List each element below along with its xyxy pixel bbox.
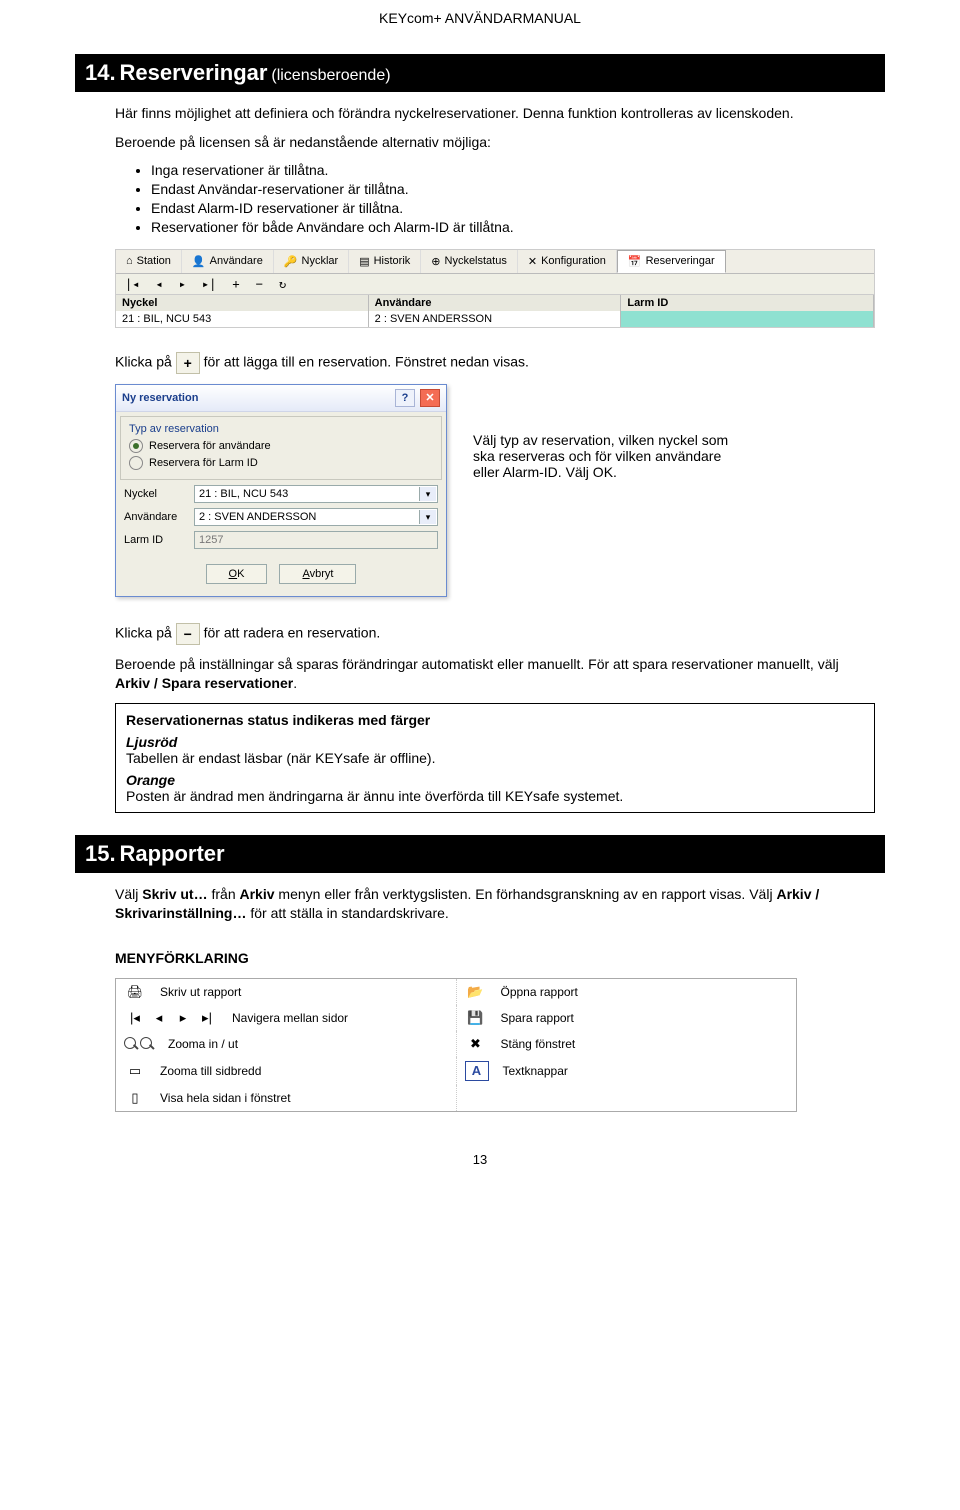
status-ljusrod-text: Tabellen är endast läsbar (när KEYsafe ä… [126,750,864,766]
section-14-paren: (licensberoende) [271,67,390,84]
cell-nyckel: 21 : BIL, NCU 543 [116,311,369,327]
nav-first[interactable]: |◂ [122,277,142,291]
statusbox-header: Reservationernas status indikeras med fä… [126,712,864,728]
dialog-title: Ny reservation [122,392,198,404]
status-colors-box: Reservationernas status indikeras med fä… [115,703,875,813]
tab-historik[interactable]: ▤Historik [349,250,421,273]
section-14-heading: 14. Reserveringar (licensberoende) [75,54,885,92]
tab-nyckelstatus[interactable]: ⊕Nyckelstatus [421,250,518,273]
chevron-down-icon[interactable]: ▾ [419,487,436,501]
close-icon[interactable]: ✕ [420,389,440,407]
tab-anvandare[interactable]: 👤Användare [182,250,274,273]
page-number: 13 [75,1112,885,1167]
section-14-bullets: Inga reservationer är tillåtna. Endast A… [133,162,875,235]
klicka-add-line: Klicka på + för att lägga till en reserv… [115,352,875,374]
minus-icon[interactable]: − [176,623,200,645]
menu-explanation-table: 🖨 Skriv ut rapport 📂 Öppna rapport |◂◂▸▸… [115,978,797,1112]
field-anvandare-label: Användare [124,511,186,523]
section-15-title: Rapporter [119,841,224,866]
bullet-item: Reservationer för både Användare och Ala… [151,219,875,235]
reservation-type-group: Typ av reservation Reservera för använda… [120,416,442,480]
ok-button[interactable]: OK [206,564,268,584]
tab-konfiguration[interactable]: ✕Konfiguration [518,250,617,273]
field-anvandare[interactable]: 2 : SVEN ANDERSSON ▾ [194,508,438,526]
tab-nycklar[interactable]: 🔑Nycklar [274,250,349,273]
nav-refresh[interactable]: ↻ [276,277,289,291]
menu-label: Stäng fönstret [501,1037,576,1051]
menu-label: Zooma in / ut [168,1037,238,1051]
section-14-intro: Här finns möjlighet att definiera och fö… [115,104,875,123]
cell-anvandare: 2 : SVEN ANDERSSON [369,311,622,327]
zoom-icons [124,1037,154,1051]
nav-remove[interactable]: − [253,277,266,291]
menu-label: Skriv ut rapport [160,985,241,999]
tab-station[interactable]: ⌂Station [116,250,182,273]
status-orange-label: Orange [126,772,864,788]
pagenav-icons: |◂◂▸▸| [124,1009,218,1027]
save-icon: 💾 [465,1009,487,1027]
zoom-width-icon: ▭ [124,1062,146,1080]
bullet-item: Inga reservationer är tillåtna. [151,162,875,178]
section-15-p1: Välj Skriv ut… från Arkiv menyn eller fr… [115,885,875,923]
help-icon[interactable]: ? [395,389,415,407]
save-text: Beroende på inställningar så sparas förä… [115,655,875,693]
textbuttons-icon: A [465,1061,489,1081]
section-15-number: 15. [85,841,116,866]
open-folder-icon: 📂 [465,983,487,1001]
section-14-pretext: Beroende på licensen så är nedanstående … [115,133,875,152]
plus-icon[interactable]: + [176,352,200,374]
toolbar-screenshot: ⌂Station 👤Användare 🔑Nycklar ▤Historik ⊕… [115,249,875,328]
menu-label: Navigera mellan sidor [232,1011,348,1025]
menu-label: Zooma till sidbredd [160,1064,261,1078]
section-14-title: Reserveringar [119,60,267,85]
menu-label: Öppna rapport [501,985,578,999]
field-nyckel[interactable]: 21 : BIL, NCU 543 ▾ [194,485,438,503]
nav-last[interactable]: ▸| [199,277,219,291]
printer-icon: 🖨 [124,983,146,1001]
menu-explanation-header: MENYFÖRKLARING [115,949,875,968]
section-14-number: 14. [85,60,116,85]
menu-label: Spara rapport [501,1011,574,1025]
col-larmid: Larm ID [621,295,874,311]
dialog-description: Välj typ av reservation, vilken nyckel s… [473,384,733,480]
group-title: Typ av reservation [129,423,433,435]
doc-header: KEYcom+ ANVÄNDARMANUAL [75,0,885,54]
nav-next[interactable]: ▸ [176,277,189,291]
bullet-item: Endast Alarm-ID reservationer är tillåtn… [151,200,875,216]
fit-page-icon: ▯ [124,1089,146,1107]
chevron-down-icon[interactable]: ▾ [419,510,436,524]
menu-label: Visa hela sidan i fönstret [160,1091,291,1105]
radio-user[interactable]: Reservera för användare [129,439,433,453]
close-window-icon: ✖ [465,1035,487,1053]
col-anvandare: Användare [369,295,622,311]
field-larmid-label: Larm ID [124,534,186,546]
menu-label: Textknappar [503,1064,568,1078]
col-nyckel: Nyckel [116,295,369,311]
cell-larmid [621,311,874,327]
nav-add[interactable]: + [229,277,242,291]
klicka-del-line: Klicka på − för att radera en reservatio… [115,623,875,645]
radio-larmid[interactable]: Reservera för Larm ID [129,456,433,470]
field-nyckel-label: Nyckel [124,488,186,500]
nav-prev[interactable]: ◂ [152,277,165,291]
cancel-button[interactable]: Avbryt [279,564,356,584]
tab-reserveringar[interactable]: 📅Reserveringar [617,250,726,273]
bullet-item: Endast Användar-reservationer är tillåtn… [151,181,875,197]
new-reservation-dialog: Ny reservation ? ✕ Typ av reservation Re… [115,384,447,598]
field-larmid: 1257 [194,531,438,549]
status-ljusrod-label: Ljusröd [126,734,864,750]
status-orange-text: Posten är ändrad men ändringarna är ännu… [126,788,864,804]
section-15-heading: 15. Rapporter [75,835,885,873]
